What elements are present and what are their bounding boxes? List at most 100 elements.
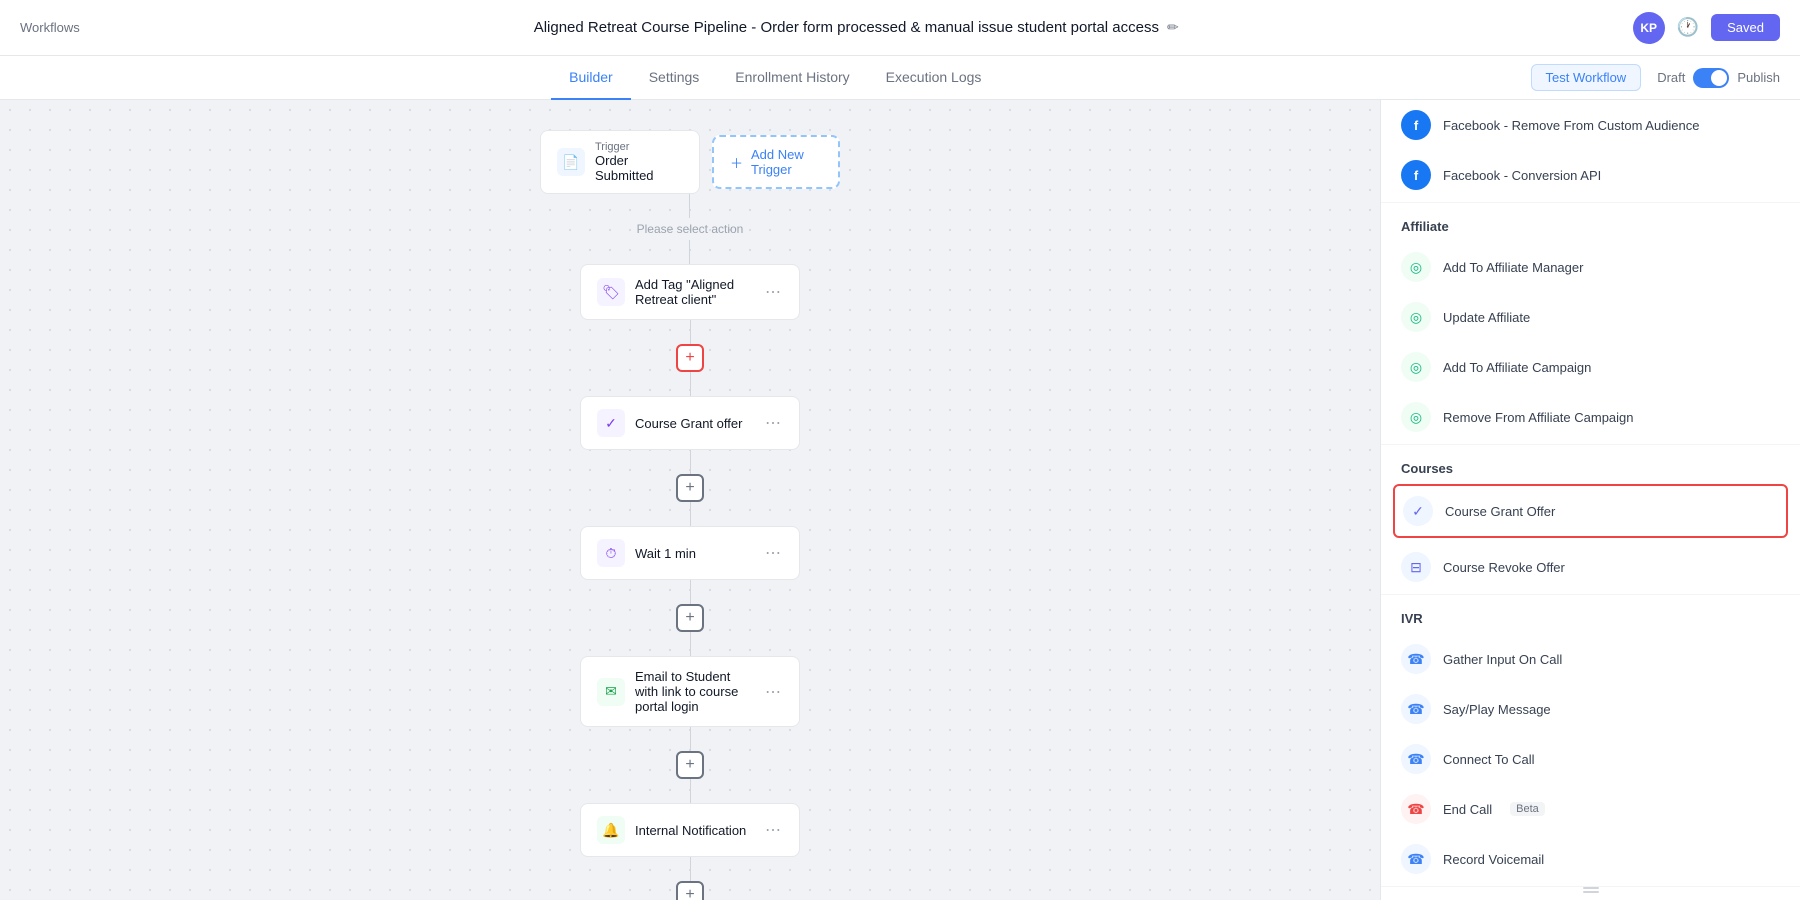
divider-3 <box>1381 594 1800 595</box>
connector-3: + <box>676 450 704 526</box>
course-grant-label: Course Grant offer <box>635 416 753 431</box>
panel-item-end-call[interactable]: ☎ End Call Beta <box>1381 784 1800 834</box>
main-content: 📄 Trigger Order Submitted ＋ Add New Trig… <box>0 100 1800 900</box>
workflow-canvas[interactable]: 📄 Trigger Order Submitted ＋ Add New Trig… <box>0 100 1380 900</box>
history-icon[interactable]: 🕐 <box>1677 17 1699 38</box>
record-voicemail-label: Record Voicemail <box>1443 852 1544 867</box>
node-wait[interactable]: ⏱ Wait 1 min ⋯ <box>580 526 800 580</box>
email-label: Email to Student with link to course por… <box>635 669 753 714</box>
course-revoke-icon: ⊟ <box>1401 552 1431 582</box>
add-aff-manager-icon: ◎ <box>1401 252 1431 282</box>
course-grant-icon: ✓ <box>597 409 625 437</box>
connector-4: + <box>676 580 704 656</box>
scroll-indicator <box>1381 880 1800 900</box>
line-10 <box>690 779 691 803</box>
publish-toggle[interactable] <box>1693 68 1729 88</box>
ivr-section-title: IVR <box>1381 597 1800 634</box>
tab-settings[interactable]: Settings <box>631 56 718 100</box>
panel-item-course-revoke[interactable]: ⊟ Course Revoke Offer <box>1381 542 1800 592</box>
fb-conversion-icon: f <box>1401 160 1431 190</box>
email-icon: ✉ <box>597 678 625 706</box>
panel-item-gather-input[interactable]: ☎ Gather Input On Call <box>1381 634 1800 684</box>
edit-title-icon[interactable]: ✏ <box>1167 19 1179 36</box>
add-aff-manager-label: Add To Affiliate Manager <box>1443 260 1583 275</box>
remove-aff-campaign-icon: ◎ <box>1401 402 1431 432</box>
panel-item-course-grant-offer[interactable]: ✓ Course Grant Offer <box>1393 484 1788 538</box>
tab-enrollment-history[interactable]: Enrollment History <box>717 56 867 100</box>
right-panel: f Facebook - Remove From Custom Audience… <box>1380 100 1800 900</box>
panel-item-say-play[interactable]: ☎ Say/Play Message <box>1381 684 1800 734</box>
panel-item-update-aff[interactable]: ◎ Update Affiliate <box>1381 292 1800 342</box>
record-voicemail-icon: ☎ <box>1401 844 1431 874</box>
fb-remove-icon: f <box>1401 110 1431 140</box>
publish-label: Publish <box>1737 70 1780 85</box>
fb-conversion-label: Facebook - Conversion API <box>1443 168 1601 183</box>
connector-2: + <box>676 320 704 396</box>
select-action-label: Please select action <box>637 218 744 240</box>
tab-builder[interactable]: Builder <box>551 56 631 100</box>
tag-label: Add Tag "Aligned Retreat client" <box>635 277 753 307</box>
wait-icon: ⏱ <box>597 539 625 567</box>
draft-label: Draft <box>1657 70 1685 85</box>
node-email[interactable]: ✉ Email to Student with link to course p… <box>580 656 800 727</box>
saved-button[interactable]: Saved <box>1711 14 1780 41</box>
add-step-button-highlighted[interactable]: + <box>676 344 704 372</box>
node-notification[interactable]: 🔔 Internal Notification ⋯ <box>580 803 800 857</box>
trigger-card[interactable]: 📄 Trigger Order Submitted <box>540 130 700 194</box>
panel-item-add-aff-campaign[interactable]: ◎ Add To Affiliate Campaign <box>1381 342 1800 392</box>
notification-icon: 🔔 <box>597 816 625 844</box>
workflows-nav[interactable]: Workflows <box>20 20 80 35</box>
divider-2 <box>1381 444 1800 445</box>
tag-menu-icon[interactable]: ⋯ <box>763 280 783 304</box>
panel-item-record-voicemail[interactable]: ☎ Record Voicemail <box>1381 834 1800 884</box>
wait-menu-icon[interactable]: ⋯ <box>763 541 783 565</box>
workflow-nodes: 📄 Trigger Order Submitted ＋ Add New Trig… <box>540 130 840 900</box>
line-8 <box>690 632 691 656</box>
publish-toggle-row: Draft Publish <box>1657 68 1780 88</box>
add-step-button-5[interactable]: + <box>676 881 704 900</box>
trigger-icon: 📄 <box>557 148 585 176</box>
connector-6: + <box>676 857 704 900</box>
line-11 <box>690 857 691 881</box>
add-trigger-card[interactable]: ＋ Add New Trigger <box>712 135 840 189</box>
node-course-grant[interactable]: ✓ Course Grant offer ⋯ <box>580 396 800 450</box>
trigger-value: Order Submitted <box>595 153 683 183</box>
course-grant-menu-icon[interactable]: ⋯ <box>763 411 783 435</box>
say-play-label: Say/Play Message <box>1443 702 1551 717</box>
line-9 <box>690 727 691 751</box>
email-menu-icon[interactable]: ⋯ <box>763 680 783 704</box>
subnav-tabs: Builder Settings Enrollment History Exec… <box>20 56 1531 100</box>
tab-execution-logs[interactable]: Execution Logs <box>868 56 1000 100</box>
page-title: Aligned Retreat Course Pipeline - Order … <box>80 19 1633 36</box>
panel-section-affiliate: Affiliate ◎ Add To Affiliate Manager ◎ U… <box>1381 205 1800 442</box>
update-aff-label: Update Affiliate <box>1443 310 1530 325</box>
notification-label: Internal Notification <box>635 823 753 838</box>
node-tag[interactable]: 🏷 Add Tag "Aligned Retreat client" ⋯ <box>580 264 800 320</box>
connect-call-label: Connect To Call <box>1443 752 1535 767</box>
panel-item-fb-remove[interactable]: f Facebook - Remove From Custom Audience <box>1381 100 1800 150</box>
subnav: Builder Settings Enrollment History Exec… <box>0 56 1800 100</box>
panel-item-fb-conversion[interactable]: f Facebook - Conversion API <box>1381 150 1800 200</box>
panel-item-connect-call[interactable]: ☎ Connect To Call <box>1381 734 1800 784</box>
say-play-icon: ☎ <box>1401 694 1431 724</box>
add-trigger-plus-icon: ＋ <box>730 153 743 172</box>
line-3 <box>690 320 691 344</box>
end-call-icon: ☎ <box>1401 794 1431 824</box>
notification-menu-icon[interactable]: ⋯ <box>763 818 783 842</box>
test-workflow-button[interactable]: Test Workflow <box>1531 64 1642 91</box>
line-7 <box>690 580 691 604</box>
course-grant-offer-label: Course Grant Offer <box>1445 504 1555 519</box>
user-avatar[interactable]: KP <box>1633 12 1665 44</box>
line-5 <box>690 450 691 474</box>
add-step-button-4[interactable]: + <box>676 751 704 779</box>
remove-aff-campaign-label: Remove From Affiliate Campaign <box>1443 410 1634 425</box>
course-revoke-label: Course Revoke Offer <box>1443 560 1565 575</box>
wait-label: Wait 1 min <box>635 546 753 561</box>
connector-5: + <box>676 727 704 803</box>
panel-item-add-aff-manager[interactable]: ◎ Add To Affiliate Manager <box>1381 242 1800 292</box>
topbar: Workflows Aligned Retreat Course Pipelin… <box>0 0 1800 56</box>
panel-item-remove-aff-campaign[interactable]: ◎ Remove From Affiliate Campaign <box>1381 392 1800 442</box>
add-step-button-2[interactable]: + <box>676 474 704 502</box>
add-step-button-3[interactable]: + <box>676 604 704 632</box>
line-6 <box>690 502 691 526</box>
